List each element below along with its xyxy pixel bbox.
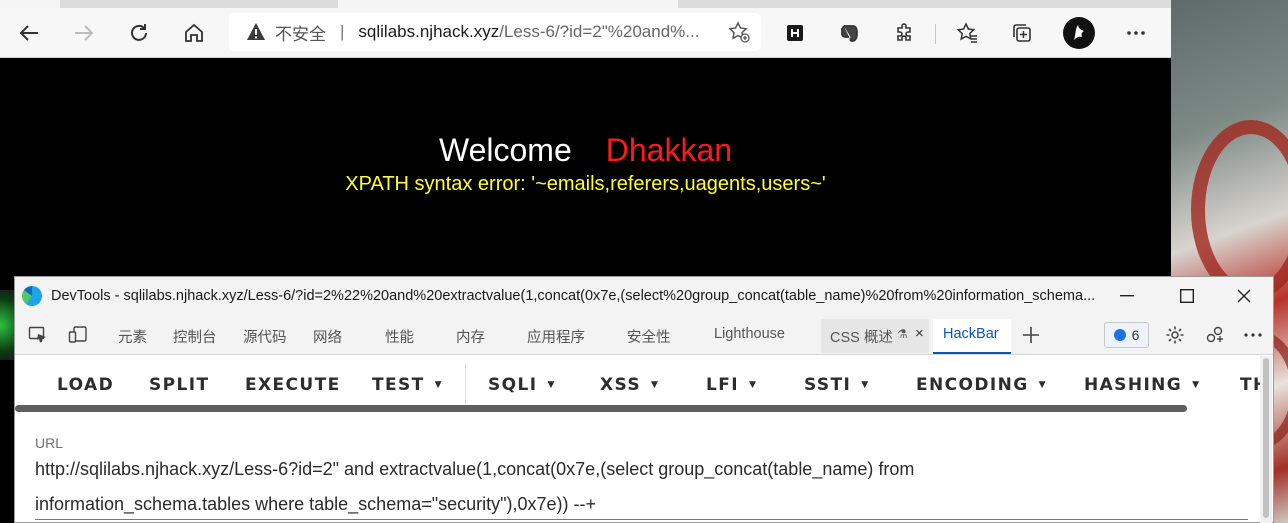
more-menu-icon[interactable]: [1120, 17, 1152, 49]
add-favorite-icon[interactable]: [727, 20, 751, 44]
tab-hackbar-label: HackBar: [943, 326, 999, 342]
tab-network[interactable]: 网络: [313, 326, 342, 347]
execute-button[interactable]: EXECUTE: [245, 375, 341, 395]
xpath-error-message: XPATH syntax error: '~emails,referers,ua…: [345, 173, 826, 195]
tab-strip: [0, 0, 1171, 8]
tab-application[interactable]: 应用程序: [527, 326, 585, 347]
security-label[interactable]: 不安全: [275, 20, 326, 45]
chevron-down-icon: ▼: [651, 380, 660, 390]
extensions-icon[interactable]: [889, 17, 921, 49]
hashing-menu-label: HASHING: [1084, 375, 1183, 395]
chevron-down-icon: ▼: [861, 380, 870, 390]
edge-logo-icon: [22, 286, 42, 306]
tab-memory[interactable]: 内存: [456, 326, 485, 347]
experiment-flask-icon: ⚗: [897, 327, 908, 341]
test-menu[interactable]: TEST ▼: [372, 375, 443, 395]
tab-elements[interactable]: 元素: [118, 326, 147, 347]
hackbar-horizontal-scrollbar[interactable]: [15, 405, 1187, 412]
collections-icon[interactable]: [1006, 17, 1038, 49]
xss-menu[interactable]: XSS ▼: [600, 375, 659, 395]
address-host: sqlilabs.njhack.xyz: [358, 22, 500, 41]
chevron-down-icon: ▼: [1192, 380, 1201, 390]
tab-css-overview-label: CSS 概述: [830, 330, 893, 346]
warning-icon[interactable]: [245, 21, 267, 43]
devtools-titlebar[interactable]: DevTools - sqlilabs.njhack.xyz/Less-6/?i…: [15, 277, 1273, 315]
welcome-name: Dhakkan: [605, 132, 733, 168]
load-button[interactable]: LOAD: [57, 375, 114, 395]
hackbar-extension-icon[interactable]: [779, 17, 811, 49]
minimize-icon[interactable]: [1113, 282, 1141, 310]
address-bar[interactable]: 不安全 | sqlilabs.njhack.xyz /Less-6/?id=2"…: [229, 13, 761, 51]
url-field-underline: [35, 519, 1248, 520]
tab-hackbar[interactable]: HackBar: [933, 319, 1011, 354]
settings-gear-icon[interactable]: [1163, 323, 1187, 347]
tab-lighthouse[interactable]: Lighthouse: [714, 326, 785, 342]
url-field-label: URL: [35, 435, 64, 451]
devtools-tabbar: 元素 控制台 源代码 网络 性能 内存 应用程序 安全性 Lighthouse …: [15, 315, 1273, 355]
favorites-icon[interactable]: [951, 17, 983, 49]
maximize-icon[interactable]: [1173, 282, 1201, 310]
encoding-menu-label: ENCODING: [916, 375, 1029, 395]
tab-performance[interactable]: 性能: [385, 326, 414, 347]
lfi-menu-label: LFI: [706, 375, 739, 395]
devtools-window: DevTools - sqlilabs.njhack.xyz/Less-6/?i…: [14, 276, 1274, 523]
toolbar-divider: [935, 24, 936, 44]
wallpaper-shape: [1191, 120, 1288, 300]
close-tab-icon[interactable]: ×: [915, 325, 924, 342]
feedback-icon[interactable]: [1203, 323, 1227, 347]
add-tab-icon[interactable]: [1019, 323, 1043, 347]
test-menu-label: TEST: [372, 375, 425, 395]
evernote-extension-icon[interactable]: [834, 17, 866, 49]
welcome-heading: Welcome Dhakkan: [0, 132, 1171, 169]
scrollbar-thumb[interactable]: [1263, 358, 1269, 518]
tab-console[interactable]: 控制台: [173, 326, 217, 347]
browser-toolbar: 不安全 | sqlilabs.njhack.xyz /Less-6/?id=2"…: [0, 8, 1171, 58]
issues-badge[interactable]: 6: [1104, 322, 1149, 348]
devtools-more-icon[interactable]: [1241, 323, 1265, 347]
lfi-menu[interactable]: LFI ▼: [706, 375, 757, 395]
hackbar-toolbar: LOAD SPLIT EXECUTE TEST ▼ SQLI ▼ XSS ▼ LFI ▼…: [15, 356, 1273, 411]
url-textarea[interactable]: http://sqlilabs.njhack.xyz/Less-6?id=2" …: [35, 452, 1045, 522]
ssti-menu[interactable]: SSTI ▼: [804, 375, 870, 395]
issues-icon: [1113, 329, 1126, 341]
chevron-down-icon: ▼: [434, 380, 443, 390]
home-icon[interactable]: [178, 17, 210, 49]
devtools-vertical-scrollbar[interactable]: [1260, 356, 1272, 523]
hackbar-divider: [465, 364, 466, 404]
address-path: /Less-6/?id=2"%20and%...: [499, 22, 700, 41]
devtools-title: DevTools - sqlilabs.njhack.xyz/Less-6/?i…: [51, 288, 1096, 304]
device-emulation-icon[interactable]: [66, 323, 90, 347]
browser-tab[interactable]: [0, 0, 60, 8]
split-button[interactable]: SPLIT: [149, 375, 209, 395]
welcome-word: Welcome: [438, 132, 572, 168]
chevron-down-icon: ▼: [547, 380, 556, 390]
tab-sources[interactable]: 源代码: [243, 326, 287, 347]
forward-icon[interactable]: [68, 17, 100, 49]
close-window-icon[interactable]: [1230, 282, 1258, 310]
ssti-menu-label: SSTI: [804, 375, 852, 395]
xss-menu-label: XSS: [600, 375, 642, 395]
desktop-glow: [0, 290, 14, 360]
sqli-menu-label: SQLI: [488, 375, 538, 395]
tab-security[interactable]: 安全性: [627, 326, 671, 347]
web-page-content: Welcome Dhakkan XPATH syntax error: '~ema…: [0, 58, 1171, 276]
profile-avatar[interactable]: [1063, 17, 1095, 49]
chevron-down-icon: ▼: [748, 380, 758, 390]
sqli-menu[interactable]: SQLI ▼: [488, 375, 556, 395]
browser-tab-active[interactable]: [338, 0, 678, 8]
chevron-down-icon: ▼: [1038, 380, 1047, 390]
issues-count: 6: [1131, 327, 1140, 343]
refresh-icon[interactable]: [123, 17, 155, 49]
hashing-menu[interactable]: HASHING ▼: [1084, 375, 1201, 395]
address-divider: |: [340, 22, 345, 41]
tab-css-overview[interactable]: CSS 概述 ⚗ ×: [821, 319, 929, 353]
encoding-menu[interactable]: ENCODING ▼: [916, 375, 1047, 395]
inspect-element-icon[interactable]: [26, 323, 50, 347]
back-icon[interactable]: [13, 17, 45, 49]
